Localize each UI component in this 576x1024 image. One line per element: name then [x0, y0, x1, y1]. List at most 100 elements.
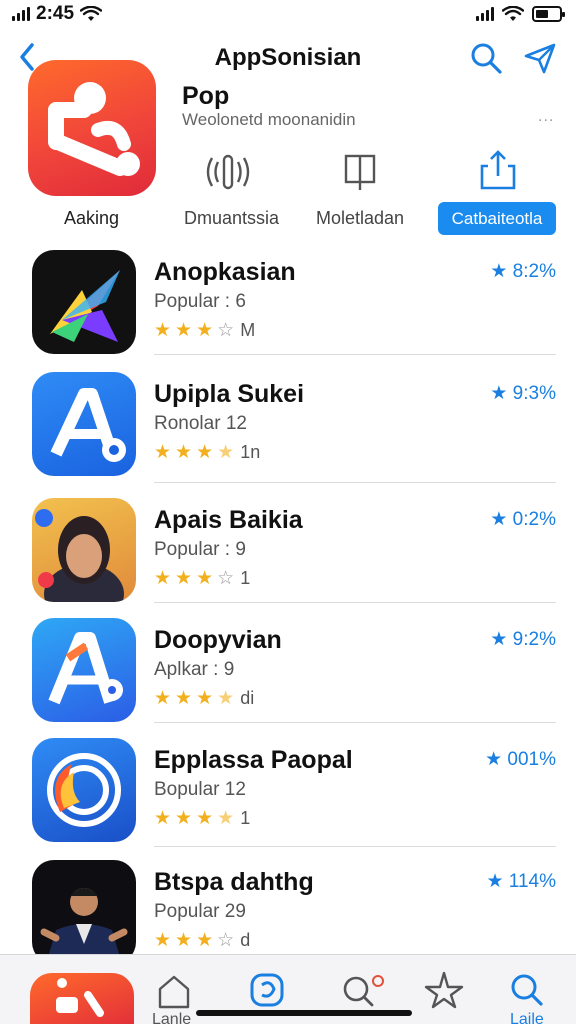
- app-icon[interactable]: [28, 60, 156, 196]
- star-rating: ★ ★ ★ ★ di: [154, 687, 254, 710]
- star-rating: ★ ★ ★ ★ 1: [154, 807, 250, 830]
- list-item[interactable]: Apais Baikia Popular : 9 ★ ★ ★ ☆ 1 ★ 0:2…: [0, 496, 576, 618]
- star-half-icon: ★: [217, 442, 235, 463]
- rating-percent: ★ 001%: [485, 749, 556, 770]
- rating-percent: ★ 9:2%: [490, 629, 556, 650]
- row-app-icon[interactable]: [32, 738, 136, 842]
- star-icon: [424, 971, 464, 1009]
- search-icon: [471, 43, 502, 74]
- rating-suffix: 1: [240, 808, 251, 828]
- tab-app[interactable]: [30, 973, 134, 1024]
- list-item[interactable]: Upipla Sukei Ronolar 12 ★ ★ ★ ★ 1n ★ 9:3…: [0, 368, 576, 490]
- app-title: Apais Baikia: [154, 506, 303, 534]
- rating-suffix: d: [240, 930, 251, 950]
- tab-label-lanle: Lanle: [152, 1011, 192, 1024]
- send-icon: [524, 43, 556, 74]
- rating-percent: ★ 8:2%: [490, 261, 556, 282]
- star-icon: ★: [196, 568, 214, 589]
- row-app-icon[interactable]: [32, 372, 136, 476]
- star-icon: ★: [154, 320, 172, 341]
- star-half-icon: ★: [217, 808, 235, 829]
- rating-suffix: 1n: [240, 442, 261, 462]
- search-button[interactable]: [468, 40, 504, 76]
- status-right: [476, 6, 565, 22]
- app-subtitle: Popular 29: [154, 901, 246, 922]
- rating-suffix: M: [240, 320, 256, 340]
- divider: [154, 722, 556, 723]
- category-button-catbaiteotla[interactable]: Catbaiteotla: [438, 202, 556, 235]
- star-icon: ★: [175, 930, 193, 951]
- row-app-icon[interactable]: [32, 618, 136, 722]
- status-bar: 2:45: [0, 0, 576, 28]
- app-subtitle: Popular : 9: [154, 539, 246, 560]
- star-icon: ★: [196, 808, 214, 829]
- divider: [154, 482, 556, 483]
- star-icon: ★: [154, 808, 172, 829]
- star-icon: ★: [196, 320, 214, 341]
- star-rating: ★ ★ ★ ☆ M: [154, 319, 255, 342]
- app-name: Pop: [182, 82, 230, 110]
- search-icon: [343, 975, 384, 1007]
- more-icon[interactable]: ...: [538, 108, 554, 126]
- list-item[interactable]: Epplassa Paopal Bopular 12 ★ ★ ★ ★ 1 ★ 0…: [0, 736, 576, 858]
- share-icon[interactable]: [472, 148, 524, 192]
- app-subtitle: Weolonetd moonanidin: [182, 110, 356, 129]
- star-icon: ★: [154, 930, 172, 951]
- star-half-icon: ★: [217, 688, 235, 709]
- star-icon: ★: [175, 320, 193, 341]
- star-icon: ★: [196, 442, 214, 463]
- star-icon: ★: [154, 568, 172, 589]
- star-outline-icon: ☆: [217, 930, 235, 951]
- home-indicator[interactable]: [196, 1010, 412, 1016]
- star-icon: ★: [196, 688, 214, 709]
- signal-icon: [12, 7, 30, 21]
- list-item[interactable]: Anopkasian Popular : 6 ★ ★ ★ ☆ M ★ 8:2%: [0, 246, 576, 368]
- row-app-icon[interactable]: [32, 860, 136, 964]
- star-rating: ★ ★ ★ ☆ d: [154, 929, 250, 952]
- app-subtitle: Bopular 12: [154, 779, 246, 800]
- row-app-icon[interactable]: [32, 250, 136, 354]
- star-icon: ★: [175, 442, 193, 463]
- star-icon: ★: [175, 688, 193, 709]
- star-rating: ★ ★ ★ ☆ 1: [154, 567, 250, 590]
- row-app-icon[interactable]: [32, 498, 136, 602]
- category-label-dmuantssia[interactable]: Dmuantssia: [184, 208, 279, 229]
- rating-percent: ★ 9:3%: [490, 383, 556, 404]
- app-icon: [30, 973, 134, 1024]
- battery-icon: [532, 6, 565, 22]
- star-icon: ★: [196, 930, 214, 951]
- star-icon: ★: [154, 688, 172, 709]
- wifi-icon: [502, 6, 524, 21]
- rating-suffix: 1: [240, 568, 251, 588]
- app-title: Doopyvian: [154, 626, 282, 654]
- app-title: Btspa dahthg: [154, 868, 314, 896]
- star-outline-icon: ☆: [217, 568, 235, 589]
- star-outline-icon: ☆: [217, 320, 235, 341]
- book-icon[interactable]: [334, 150, 386, 194]
- star-icon: ★: [175, 808, 193, 829]
- divider: [154, 602, 556, 603]
- star-icon: ★: [154, 442, 172, 463]
- app-subtitle: Ronolar 12: [154, 413, 247, 434]
- app-title: Anopkasian: [154, 258, 296, 286]
- home-icon: [158, 975, 190, 1009]
- send-button[interactable]: [522, 40, 558, 76]
- divider: [154, 846, 556, 847]
- rating-percent: ★ 0:2%: [490, 509, 556, 530]
- category-label-moletladan[interactable]: Moletladan: [316, 208, 404, 229]
- tab-search[interactable]: Laile: [496, 963, 566, 1024]
- app-logo: [48, 82, 140, 176]
- status-time: 2:45: [36, 3, 75, 24]
- tab-label-laile: Laile: [510, 1011, 544, 1024]
- wifi-icon: [80, 6, 103, 21]
- search-icon: [511, 974, 543, 1006]
- rating-percent: ★ 114%: [486, 871, 557, 892]
- rating-suffix: di: [240, 688, 255, 708]
- category-label-aaking[interactable]: Aaking: [64, 208, 119, 229]
- list-item[interactable]: Doopyvian Aplkar : 9 ★ ★ ★ ★ di ★ 9:2%: [0, 616, 576, 738]
- status-left: 2:45: [12, 3, 103, 25]
- app-subtitle: Aplkar : 9: [154, 659, 235, 680]
- podcast-icon[interactable]: [202, 150, 254, 194]
- tab-star[interactable]: [410, 963, 480, 1023]
- app-title: Upipla Sukei: [154, 380, 305, 408]
